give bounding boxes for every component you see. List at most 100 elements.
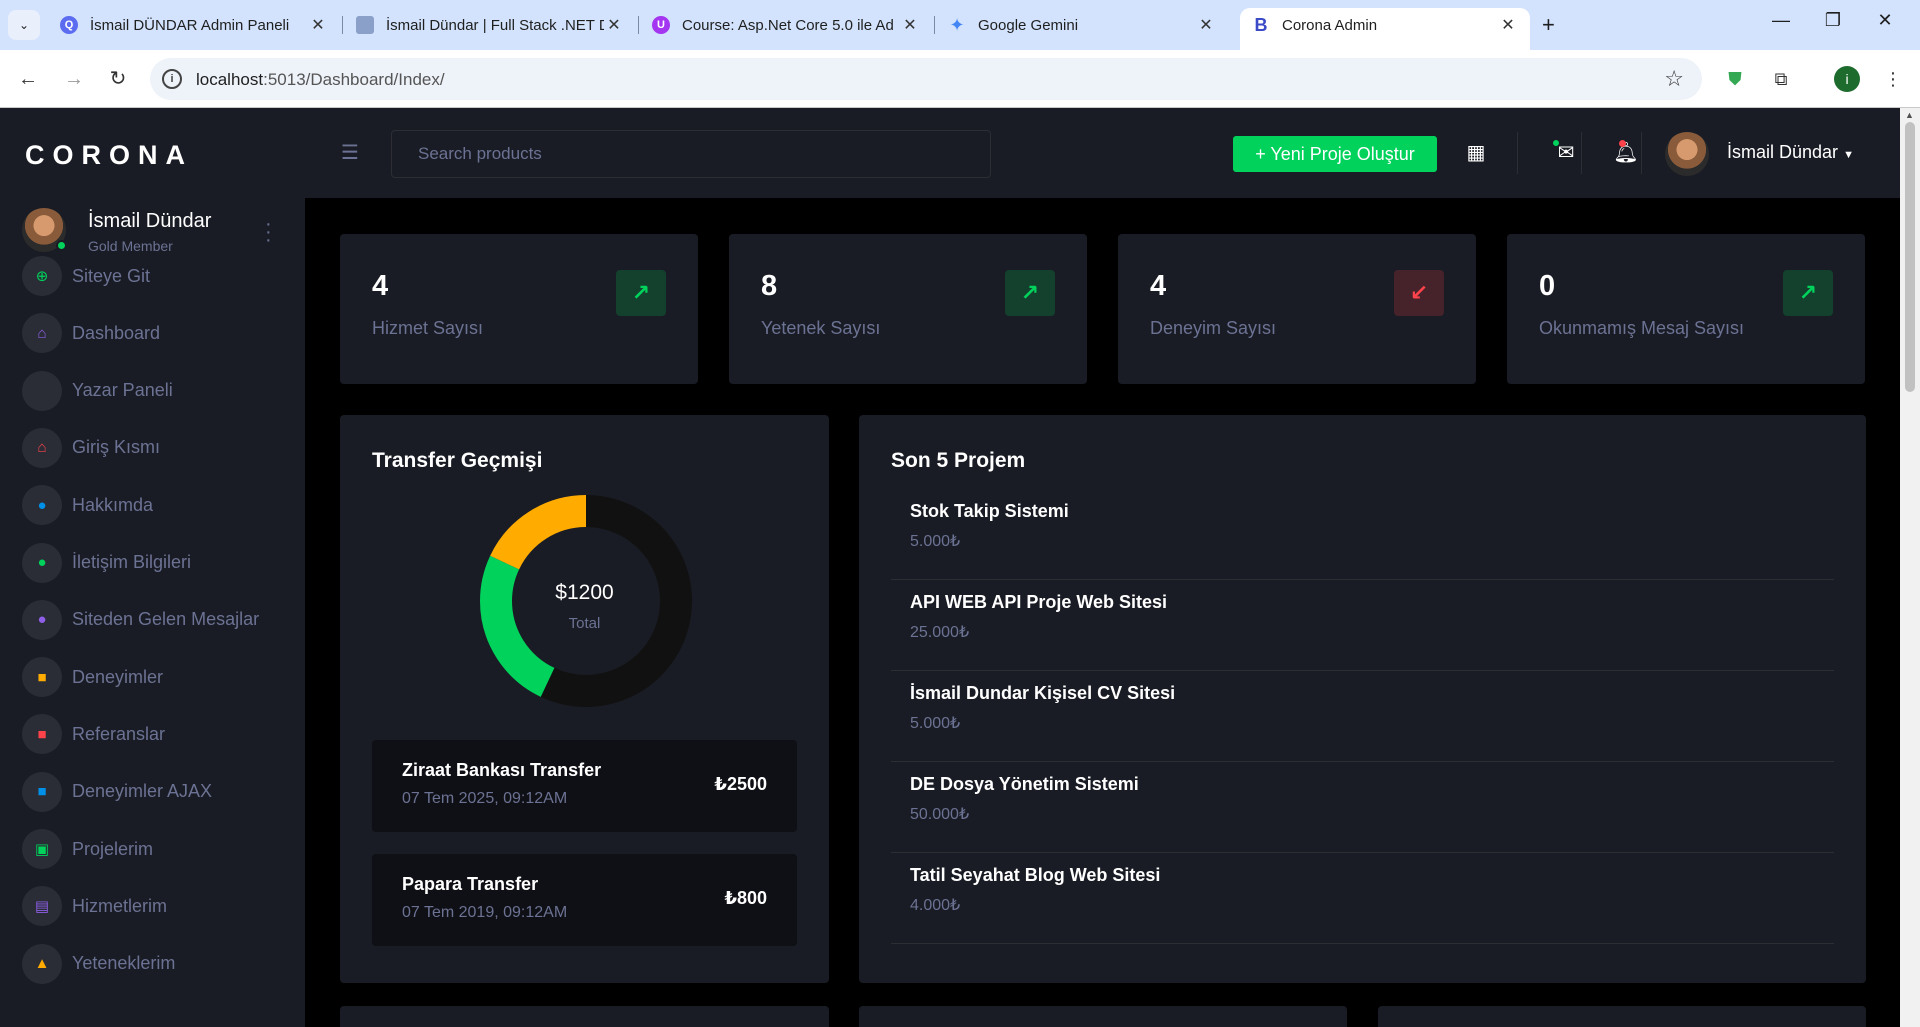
- document-favicon-icon: [356, 16, 374, 34]
- avatar: [22, 208, 67, 252]
- navbar-user-menu[interactable]: İsmail Dündar ▼: [1727, 142, 1854, 163]
- tab-search-button[interactable]: ⌄: [8, 10, 40, 40]
- sidebar-item-yeteneklerim[interactable]: ▲ Yeteneklerim: [22, 942, 302, 986]
- sidebar-item-giriş-kısmı[interactable]: ⌂ Giriş Kısmı: [22, 426, 302, 470]
- navbar-avatar[interactable]: [1665, 132, 1709, 176]
- bottom-card: [859, 1006, 1347, 1027]
- new-tab-button[interactable]: +: [1542, 12, 1555, 38]
- back-arrow-icon[interactable]: ←: [14, 65, 42, 93]
- close-icon[interactable]: ✕: [900, 15, 920, 35]
- minimize-icon[interactable]: —: [1766, 10, 1796, 31]
- arrow-up-right-icon: ↗: [616, 270, 666, 316]
- navbar-user-name: İsmail Dündar: [1727, 142, 1839, 162]
- puzzle-extensions-icon[interactable]: ⧉: [1768, 66, 1794, 92]
- caret-down-icon: ▼: [1843, 149, 1854, 161]
- stat-value: 0: [1539, 270, 1556, 302]
- sidebar-item-referanslar[interactable]: ■ Referanslar: [22, 712, 302, 756]
- transfer-item[interactable]: Ziraat Bankası Transfer 07 Tem 2025, 09:…: [372, 740, 797, 832]
- project-row[interactable]: API WEB API Proje Web Sitesi 25.000₺: [891, 580, 1834, 671]
- transfer-history-card: Transfer Geçmişi $1200 Total Ziraat Bank…: [340, 415, 829, 983]
- sidebar-item-i-letişim-bilgileri[interactable]: ● İletişim Bilgileri: [22, 541, 302, 585]
- chevron-down-icon: ⌄: [18, 18, 30, 32]
- transfer-date: 07 Tem 2019, 09:12AM: [402, 904, 568, 921]
- stat-value: 4: [372, 270, 389, 302]
- browser-tab-1[interactable]: Q İsmail DÜNDAR Admin Paneli ✕: [48, 8, 340, 42]
- search-input[interactable]: [392, 131, 990, 177]
- sidebar-item-hakkımda[interactable]: ● Hakkımda: [22, 483, 302, 527]
- project-row[interactable]: Stok Takip Sistemi 5.000₺: [891, 489, 1834, 580]
- bookmark-star-icon[interactable]: ☆: [1664, 66, 1684, 92]
- close-icon[interactable]: ✕: [1498, 15, 1518, 35]
- divider: [1581, 132, 1582, 174]
- briefcase-icon: ■: [22, 771, 62, 812]
- sidebar-item-siteden-gelen-mesajlar[interactable]: ● Siteden Gelen Mesajlar: [22, 598, 302, 642]
- project-price: 5.000₺: [910, 533, 961, 550]
- sidebar-item-dashboard[interactable]: ⌂ Dashboard: [22, 311, 302, 355]
- transfer-name: Ziraat Bankası Transfer: [402, 760, 602, 780]
- project-name: Stok Takip Sistemi: [910, 501, 1069, 521]
- new-project-button[interactable]: + Yeni Proje Oluştur: [1233, 136, 1437, 172]
- forward-arrow-icon[interactable]: →: [60, 65, 88, 93]
- tab-title: Corona Admin: [1282, 16, 1378, 34]
- grid-apps-icon[interactable]: ▦: [1461, 138, 1491, 168]
- restore-icon[interactable]: ❐: [1818, 10, 1848, 31]
- brand-logo[interactable]: CORONA: [25, 140, 193, 171]
- close-icon[interactable]: ✕: [308, 15, 328, 35]
- sidebar-item-deneyimler-ajax[interactable]: ■ Deneyimler AJAX: [22, 770, 302, 814]
- shield-extension-icon[interactable]: ⛊: [1722, 66, 1748, 92]
- tab-title: İsmail DÜNDAR Admin Paneli: [90, 16, 290, 34]
- sidebar-item-label: Referanslar: [72, 723, 166, 744]
- project-row[interactable]: DE Dosya Yönetim Sistemi 50.000₺: [891, 762, 1834, 853]
- project-row[interactable]: Tatil Seyahat Blog Web Sitesi 4.000₺: [891, 853, 1834, 944]
- app-root: CORONA İsmail Dündar Gold Member · · · ⊕ Si…: [0, 108, 1900, 1027]
- reload-icon[interactable]: ↻: [104, 65, 132, 93]
- browser-tab-4[interactable]: ✦ Google Gemini ✕: [936, 8, 1228, 42]
- user-icon: ●: [22, 485, 62, 526]
- transfer-item[interactable]: Papara Transfer 07 Tem 2019, 09:12AM ₺80…: [372, 854, 797, 946]
- project-row[interactable]: İsmail Dundar Kişisel CV Sitesi 5.000₺: [891, 671, 1834, 762]
- browser-tab-5-active[interactable]: B Corona Admin ✕: [1240, 8, 1530, 50]
- sidebar-item-label: Giriş Kısmı: [72, 437, 160, 458]
- clipboard-icon: ▤: [22, 886, 62, 927]
- transfer-amount: ₺800: [724, 888, 767, 908]
- scrollbar-thumb[interactable]: [1905, 122, 1915, 392]
- browser-tab-3[interactable]: U Course: Asp.Net Core 5.0 ile Ad ✕: [640, 8, 932, 42]
- image-icon: ▣: [22, 829, 62, 869]
- bell-icon[interactable]: 🔔︎: [1611, 138, 1641, 168]
- briefcase-icon: ■: [22, 657, 62, 698]
- url-text[interactable]: localhost:5013/Dashboard/Index/: [196, 70, 445, 90]
- profile-avatar-icon[interactable]: i: [1834, 66, 1860, 92]
- scroll-up-icon[interactable]: ▲: [1905, 110, 1914, 120]
- sidebar-item-label: Projelerim: [72, 838, 154, 859]
- hamburger-menu-icon[interactable]: ☰: [341, 140, 359, 165]
- more-options-icon[interactable]: · · ·: [265, 214, 272, 250]
- transfer-name: Papara Transfer: [402, 874, 539, 894]
- tab-title: İsmail Dündar | Full Stack .NET D: [386, 16, 604, 34]
- home-icon: ⌂: [22, 313, 62, 354]
- browser-tab-bar: ⌄ Q İsmail DÜNDAR Admin Paneli ✕ İsmail …: [0, 0, 1920, 50]
- sidebar-item-yazar-paneli[interactable]: Yazar Paneli: [22, 369, 302, 413]
- address-bar[interactable]: i localhost:5013/Dashboard/Index/ ☆: [150, 58, 1702, 100]
- close-icon[interactable]: ✕: [1196, 15, 1216, 35]
- project-name: API WEB API Proje Web Sitesi: [910, 592, 1168, 612]
- page-scrollbar[interactable]: ▲: [1900, 108, 1920, 1027]
- sidebar-item-hizmetlerim[interactable]: ▤ Hizmetlerim: [22, 884, 302, 928]
- window-close-icon[interactable]: ✕: [1870, 10, 1900, 31]
- donut-total-label: Total: [568, 615, 601, 632]
- sidebar-item-label: Hizmetlerim: [72, 895, 168, 916]
- close-icon[interactable]: ✕: [604, 15, 624, 35]
- home-icon: ⌂: [22, 427, 62, 468]
- sidebar-item-label: İletişim Bilgileri: [72, 552, 192, 572]
- user-icon: ●: [22, 542, 62, 583]
- arrow-up-right-icon: ↗: [1005, 270, 1055, 316]
- tab-title: Google Gemini: [978, 16, 1079, 34]
- site-info-icon[interactable]: i: [162, 69, 182, 89]
- sidebar-item-projelerim[interactable]: ▣ Projelerim: [22, 827, 302, 871]
- sidebar-item-siteye-git[interactable]: ⊕ Siteye Git: [22, 254, 302, 298]
- browser-tab-2[interactable]: İsmail Dündar | Full Stack .NET D ✕: [344, 8, 636, 42]
- stat-card-yetenek: 8 Yetenek Sayısı ↗: [729, 234, 1087, 384]
- sidebar-item-label: Yazar Paneli: [72, 380, 173, 401]
- sidebar-item-deneyimler[interactable]: ■ Deneyimler: [22, 655, 302, 699]
- browser-menu-icon[interactable]: ⋮: [1880, 66, 1906, 92]
- tab-title: Course: Asp.Net Core 5.0 ile Ad: [682, 16, 894, 34]
